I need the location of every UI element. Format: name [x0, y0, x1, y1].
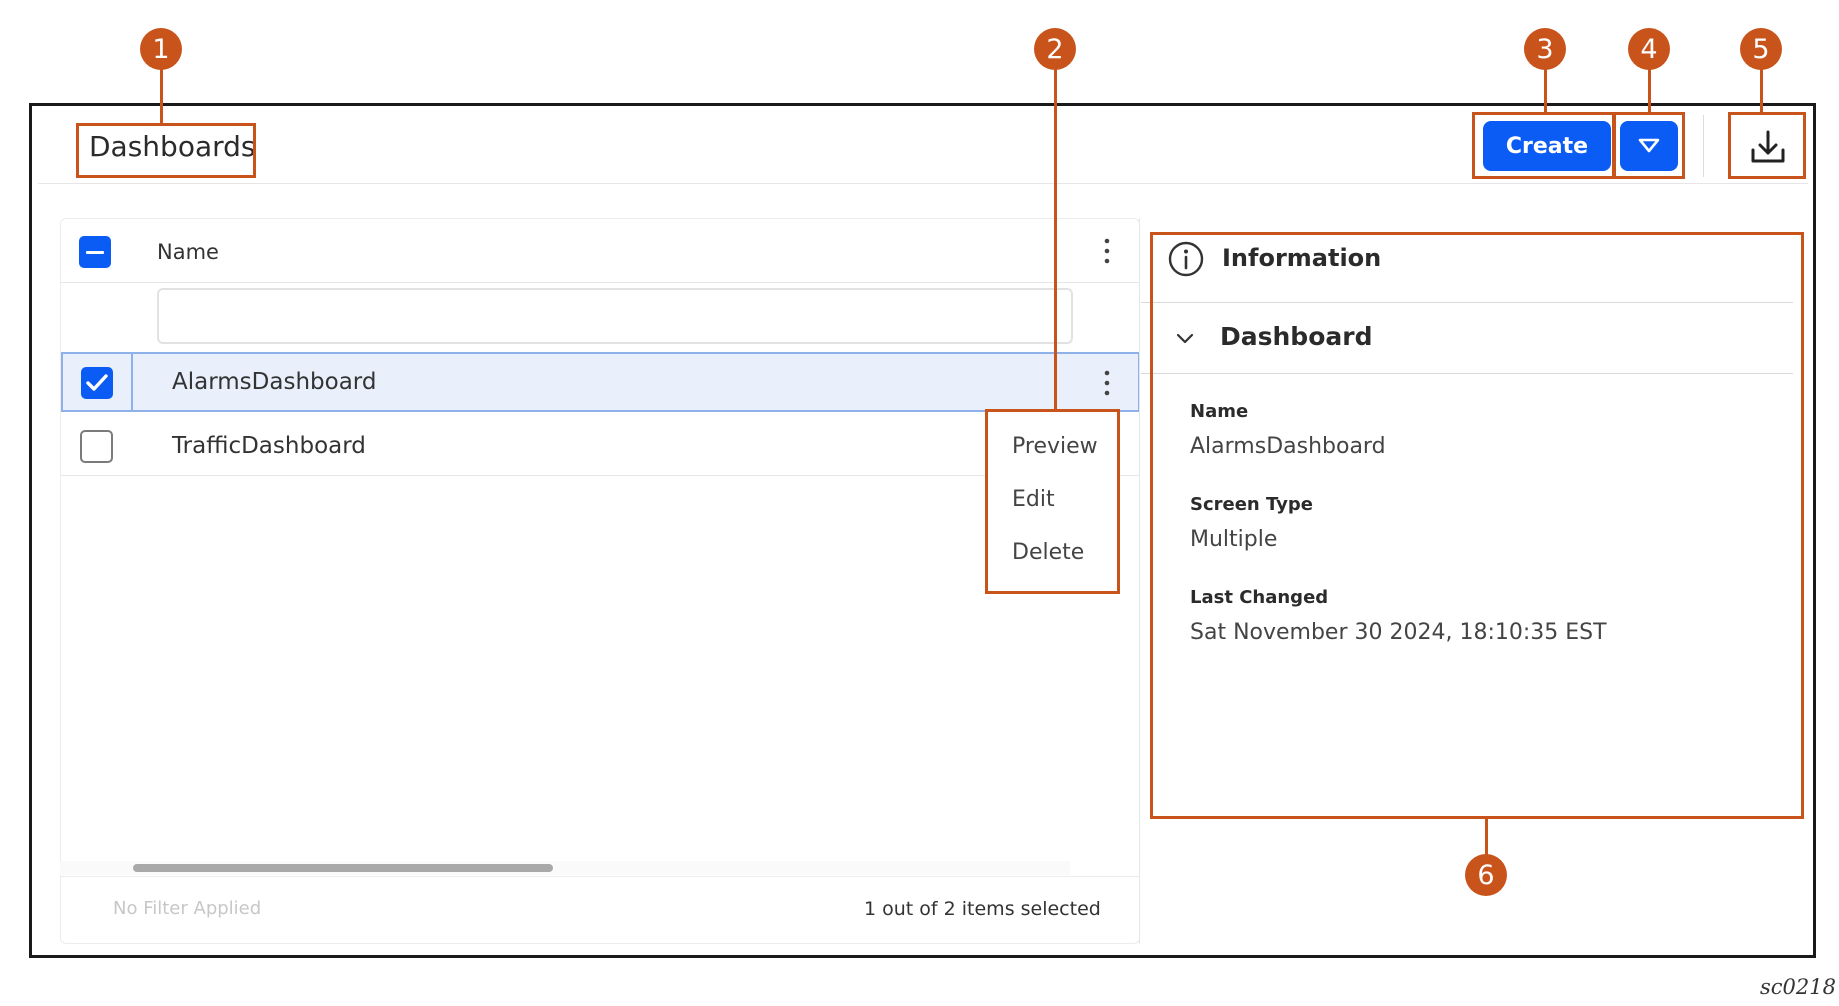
figure-id: sc0218: [1760, 975, 1836, 999]
scrollbar-thumb[interactable]: [133, 864, 553, 872]
callout-box-5: [1728, 112, 1806, 179]
row-checkbox[interactable]: [80, 430, 113, 463]
callout-leader-1: [160, 68, 163, 124]
row-context-menu: Preview Edit Delete: [985, 409, 1120, 594]
column-header-divider: [60, 282, 1140, 283]
menu-item-edit[interactable]: Edit: [1012, 487, 1055, 512]
callout-box-3: [1472, 112, 1615, 179]
row-cell-divider: [131, 352, 133, 412]
callout-leader-2: [1054, 68, 1057, 410]
checkbox-checked-icon: [86, 374, 108, 391]
name-filter-input[interactable]: [157, 288, 1073, 344]
callout-badge-2: 2: [1034, 28, 1076, 70]
callout-box-4: [1613, 112, 1685, 179]
callout-badge-3: 3: [1524, 28, 1566, 70]
callout-leader-6: [1485, 818, 1488, 858]
callout-leader-4: [1648, 68, 1651, 113]
menu-item-delete[interactable]: Delete: [1012, 540, 1084, 565]
callout-badge-5: 5: [1740, 28, 1782, 70]
callout-badge-1: 1: [140, 28, 182, 70]
select-all-checkbox[interactable]: [79, 236, 111, 268]
column-header-name[interactable]: Name: [157, 240, 219, 264]
kebab-menu-icon[interactable]: [1097, 366, 1117, 400]
selection-count: 1 out of 2 items selected: [864, 898, 1101, 920]
header-separator: [1703, 115, 1704, 177]
callout-leader-3: [1544, 68, 1547, 113]
row-name: TrafficDashboard: [172, 433, 366, 459]
filter-status: No Filter Applied: [113, 898, 262, 919]
callout-box-6: [1150, 232, 1804, 819]
callout-leader-5: [1760, 68, 1763, 113]
row-name: AlarmsDashboard: [172, 369, 377, 395]
footer-divider: [60, 876, 1140, 877]
indeterminate-icon: [86, 250, 104, 254]
header-divider: [38, 183, 1808, 184]
menu-item-preview[interactable]: Preview: [1012, 434, 1098, 459]
callout-badge-6: 6: [1465, 854, 1507, 896]
kebab-menu-icon[interactable]: [1097, 234, 1117, 268]
callout-badge-4: 4: [1628, 28, 1670, 70]
callout-box-1: [76, 123, 256, 178]
row-checkbox[interactable]: [81, 367, 113, 399]
